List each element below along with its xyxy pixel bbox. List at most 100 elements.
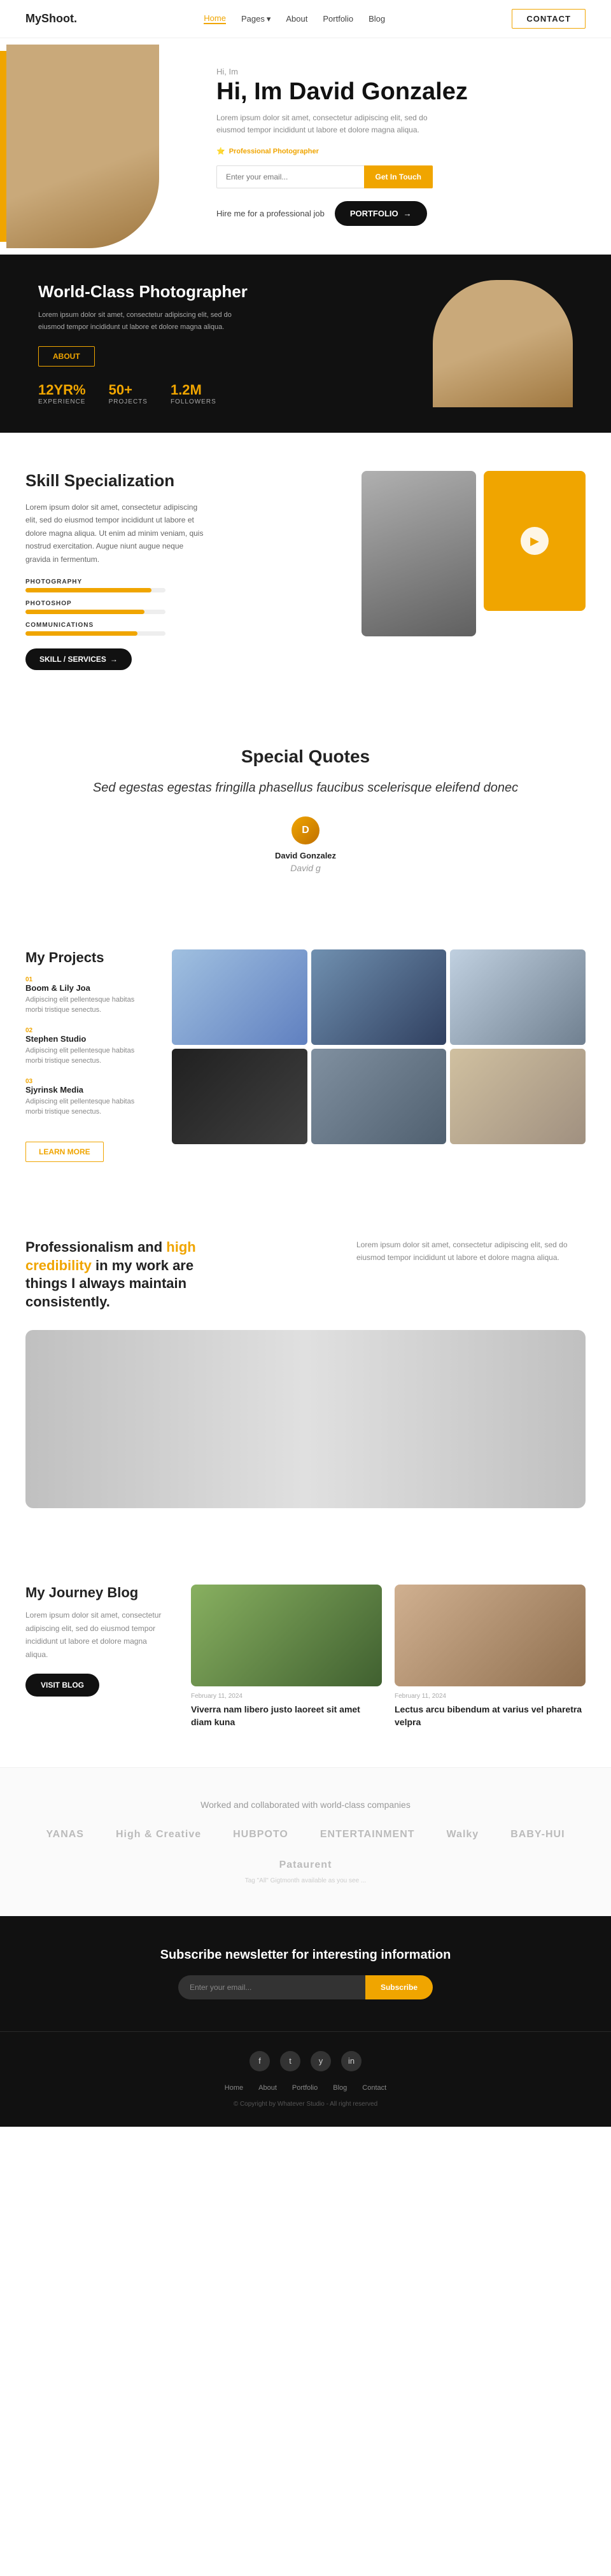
newsletter-input[interactable] bbox=[178, 1975, 365, 1999]
project-2-num: 02 bbox=[25, 1027, 153, 1034]
nav-home[interactable]: Home bbox=[204, 13, 226, 24]
project-1-num: 01 bbox=[25, 976, 153, 983]
blog-posts: February 11, 2024 Viverra nam libero jus… bbox=[191, 1585, 586, 1728]
skill-photoshop: PHOTOSHOP bbox=[25, 600, 336, 614]
learn-more-button[interactable]: LEARN MORE bbox=[25, 1142, 104, 1162]
hero-portfolio-button[interactable]: PORTFOLIO bbox=[335, 201, 427, 226]
projects-title: My Projects bbox=[25, 949, 153, 966]
linkedin-icon[interactable]: in bbox=[341, 2051, 362, 2071]
list-item: 03 Sjyrinsk Media Adipiscing elit pellen… bbox=[25, 1078, 153, 1117]
skills-content: Skill Specialization Lorem ipsum dolor s… bbox=[25, 471, 336, 670]
list-item: 02 Stephen Studio Adipiscing elit pellen… bbox=[25, 1027, 153, 1067]
project-1-desc: Adipiscing elit pellentesque habitas mor… bbox=[25, 995, 153, 1016]
chevron-down-icon: ▾ bbox=[267, 14, 271, 24]
skill-communications-label: COMMUNICATIONS bbox=[25, 622, 336, 629]
footer-link-about[interactable]: About bbox=[258, 2084, 277, 2092]
nav-links: Home Pages ▾ About Portfolio Blog bbox=[204, 13, 385, 24]
quotes-title: Special Quotes bbox=[25, 746, 586, 767]
footer-link-home[interactable]: Home bbox=[225, 2084, 243, 2092]
blog-post-1: February 11, 2024 Viverra nam libero jus… bbox=[191, 1585, 382, 1728]
companies-tagline: Tag "All" Gigtmonth available as you see… bbox=[25, 1877, 586, 1884]
blog-post-2-date: February 11, 2024 bbox=[395, 1693, 586, 1700]
skill-photoshop-label: PHOTOSHOP bbox=[25, 600, 336, 607]
stat-projects: 50+ PROJECTS bbox=[109, 382, 148, 405]
footer-social: f t y in bbox=[25, 2051, 586, 2071]
company-logo-1: YANAS bbox=[46, 1829, 84, 1840]
twitter-icon[interactable]: t bbox=[280, 2051, 300, 2071]
newsletter-form: Subscribe bbox=[178, 1975, 433, 1999]
hero-content: Hi, Im Hi, Im David Gonzalez Lorem ipsum… bbox=[191, 48, 586, 245]
companies-logos: YANAS High & Creative HUBPOTO ENTERTAINM… bbox=[25, 1829, 586, 1871]
blog-title: My Journey Blog bbox=[25, 1585, 165, 1601]
stat-experience-label: EXPERIENCE bbox=[38, 398, 86, 405]
about-button[interactable]: ABOUT bbox=[38, 346, 95, 367]
navbar: MyShoot. Home Pages ▾ About Portfolio Bl… bbox=[0, 0, 611, 38]
hero-image-wrap bbox=[0, 38, 191, 255]
blog-description: Lorem ipsum dolor sit amet, consectetur … bbox=[25, 1609, 165, 1661]
hero-hire-row: Hire me for a professional job PORTFOLIO bbox=[216, 201, 586, 226]
footer: f t y in Home About Portfolio Blog Conta… bbox=[0, 2031, 611, 2127]
footer-link-contact[interactable]: Contact bbox=[362, 2084, 386, 2092]
footer-copyright: © Copyright by Whatever Studio - All rig… bbox=[25, 2101, 586, 2108]
quote-author: D David Gonzalez David g bbox=[25, 816, 586, 873]
skills-section: Skill Specialization Lorem ipsum dolor s… bbox=[0, 433, 611, 708]
professionalism-description: Lorem ipsum dolor sit amet, consectetur … bbox=[356, 1238, 586, 1264]
facebook-icon[interactable]: f bbox=[249, 2051, 270, 2071]
skills-services-button[interactable]: SKILL / SERVICES bbox=[25, 648, 132, 670]
footer-link-blog[interactable]: Blog bbox=[333, 2084, 347, 2092]
company-logo-3: HUBPOTO bbox=[233, 1829, 288, 1840]
about-title: World-Class Photographer bbox=[38, 282, 407, 302]
subscribe-button[interactable]: Subscribe bbox=[365, 1975, 433, 1999]
project-3-desc: Adipiscing elit pellentesque habitas mor… bbox=[25, 1096, 153, 1117]
companies-title: Worked and collaborated with world-class… bbox=[25, 1800, 586, 1810]
stat-experience-num: 12YR% bbox=[38, 382, 86, 398]
professionalism-image bbox=[25, 1330, 586, 1508]
project-image-1 bbox=[172, 949, 307, 1045]
hero-greeting-small: Hi, Im bbox=[216, 67, 586, 76]
nav-pages[interactable]: Pages ▾ bbox=[241, 14, 270, 24]
project-1-name: Boom & Lily Joa bbox=[25, 983, 153, 993]
footer-link-portfolio[interactable]: Portfolio bbox=[292, 2084, 318, 2092]
blog-post-2-title: Lectus arcu bibendum at varius vel phare… bbox=[395, 1704, 586, 1728]
skills-images: ▶ bbox=[362, 471, 586, 636]
list-item: 01 Boom & Lily Joa Adipiscing elit pelle… bbox=[25, 976, 153, 1016]
hero-hire-text: Hire me for a professional job bbox=[216, 209, 325, 218]
quotes-text: Sed egestas egestas fringilla phasellus … bbox=[25, 778, 586, 797]
blog-inner: My Journey Blog Lorem ipsum dolor sit am… bbox=[25, 1585, 586, 1728]
prof-title-wrap: Professionalism and high credibility in … bbox=[25, 1238, 331, 1311]
blog-post-1-title: Viverra nam libero justo laoreet sit ame… bbox=[191, 1704, 382, 1728]
skill-photoshop-bar bbox=[25, 610, 165, 614]
project-image-4 bbox=[172, 1049, 307, 1144]
companies-section: Worked and collaborated with world-class… bbox=[0, 1767, 611, 1916]
quote-author-name: David Gonzalez bbox=[275, 851, 336, 860]
skills-title: Skill Specialization bbox=[25, 471, 336, 491]
skill-communications-bar bbox=[25, 631, 165, 636]
company-logo-7: Pataurent bbox=[279, 1859, 332, 1871]
projects-inner: My Projects 01 Boom & Lily Joa Adipiscin… bbox=[25, 949, 586, 1162]
hero-email-input[interactable] bbox=[216, 165, 364, 188]
hero-badge: Professional Photographer bbox=[216, 147, 319, 155]
projects-grid bbox=[172, 949, 586, 1162]
company-logo-2: High & Creative bbox=[116, 1829, 201, 1840]
skill-photography-bar bbox=[25, 588, 165, 592]
contact-button[interactable]: CONTACT bbox=[512, 9, 586, 29]
skills-description: Lorem ipsum dolor sit amet, consectetur … bbox=[25, 501, 204, 566]
hero-person-image bbox=[6, 45, 159, 248]
professionalism-section: Professionalism and high credibility in … bbox=[0, 1200, 611, 1508]
nav-blog[interactable]: Blog bbox=[369, 14, 385, 24]
visit-blog-button[interactable]: VISIT BLOG bbox=[25, 1674, 99, 1697]
nav-about[interactable]: About bbox=[286, 14, 307, 24]
skill-photography-label: PHOTOGRAPHY bbox=[25, 578, 336, 585]
nav-portfolio[interactable]: Portfolio bbox=[323, 14, 353, 24]
youtube-icon[interactable]: y bbox=[311, 2051, 331, 2071]
get-in-touch-button[interactable]: Get In Touch bbox=[364, 165, 433, 188]
project-image-2 bbox=[311, 949, 447, 1045]
stat-followers: 1.2M FOLLOWERS bbox=[171, 382, 216, 405]
hero-email-form: Get In Touch bbox=[216, 165, 433, 188]
professionalism-title: Professionalism and high credibility in … bbox=[25, 1238, 204, 1311]
company-logo-6: BABY-HUI bbox=[510, 1829, 565, 1840]
play-button[interactable]: ▶ bbox=[521, 527, 549, 555]
stat-projects-num: 50+ bbox=[109, 382, 148, 398]
projects-list: My Projects 01 Boom & Lily Joa Adipiscin… bbox=[25, 949, 153, 1162]
blog-left: My Journey Blog Lorem ipsum dolor sit am… bbox=[25, 1585, 165, 1697]
